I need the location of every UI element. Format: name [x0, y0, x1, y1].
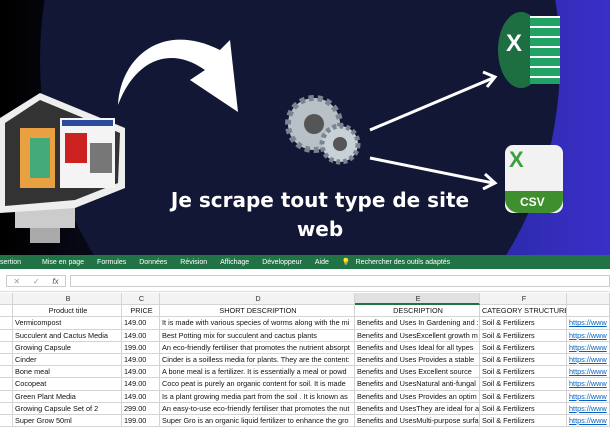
table-row: Super Grow 50ml 199.00 Super Gro is an org… — [0, 414, 610, 427]
enter-icon[interactable]: ✓ — [33, 277, 40, 286]
function-icon[interactable]: fx — [52, 277, 58, 286]
column-header-d[interactable]: D — [160, 293, 355, 305]
cell[interactable]: Cinder is a soilless media for plants. T… — [160, 353, 355, 367]
cell[interactable]: 149.00 — [122, 378, 160, 391]
curved-arrow-icon — [118, 39, 238, 112]
cell[interactable]: 149.00 — [122, 317, 160, 330]
lightbulb-icon: 💡 — [341, 259, 351, 266]
cell[interactable]: 149.00 — [122, 329, 160, 342]
cell[interactable]: Soil & Fertilizers — [480, 341, 567, 354]
link-cell[interactable]: https://www — [567, 366, 610, 379]
cell[interactable]: Soil & Fertilizers — [480, 402, 567, 415]
formula-input[interactable] — [70, 275, 610, 287]
table-row: Growing Capsule Set of 2 299.00 An easy-to… — [0, 402, 610, 415]
cell[interactable]: Soil & Fertilizers — [480, 366, 567, 379]
cell[interactable]: 199.00 — [122, 341, 160, 354]
cell[interactable]: 149.00 — [122, 366, 160, 379]
excel-icon: X — [498, 8, 562, 92]
cell[interactable]: Benefits and UsesNatural anti-fungal — [355, 378, 480, 391]
cell[interactable]: It is made with various species of worms… — [160, 317, 355, 330]
cell[interactable]: Cocopeat — [13, 378, 122, 391]
column-headers: B C D E F — [0, 293, 610, 305]
column-header-b[interactable]: B — [13, 293, 122, 305]
spreadsheet-grid: B C D E F Product title PRICE SHORT DESC… — [0, 293, 610, 427]
table-row: Growing Capsule 199.00 An eco-friendly fer… — [0, 341, 610, 354]
cell[interactable]: Is a plant growing media part from the s… — [160, 390, 355, 403]
cell[interactable]: Green Plant Media — [13, 390, 122, 403]
search-tools[interactable]: Rechercher des outils adaptés — [356, 259, 451, 266]
cell[interactable]: SHORT DESCRIPTION — [160, 305, 355, 318]
link-cell[interactable]: https://www — [567, 317, 610, 330]
hero-banner: X X CSV Je scrape tout type de site web — [0, 0, 610, 256]
cell[interactable]: Super Gro is an organic liquid fertilize… — [160, 414, 355, 427]
column-header-c[interactable]: C — [122, 293, 160, 305]
tab-aide[interactable]: Aide — [315, 259, 329, 266]
link-cell[interactable]: https://www — [567, 390, 610, 403]
cell[interactable]: 149.00 — [122, 390, 160, 403]
table-row: Bone meal 149.00 A bone meal is a fertiliz… — [0, 366, 610, 379]
cell[interactable]: Benefits and UsesExcellent growth m — [355, 329, 480, 342]
cell[interactable]: Product title — [13, 305, 122, 318]
link-cell[interactable]: https://www — [567, 414, 610, 427]
cell[interactable]: Best Potting mix for succulent and cactu… — [160, 329, 355, 342]
table-row: Cocopeat 149.00 Coco peat is purely an org… — [0, 378, 610, 391]
cell[interactable]: Benefits and Uses In Gardening and : — [355, 317, 480, 330]
table-row: Succulent and Cactus Media 149.00 Best Pot… — [0, 329, 610, 342]
cell[interactable]: Benefits and Uses Ideal for all types — [355, 341, 480, 354]
tab-affichage[interactable]: Affichage — [220, 259, 249, 266]
tab-insertion[interactable]: sertion — [0, 259, 21, 266]
cell[interactable]: An eco-friendly fertiliser that promotes… — [160, 341, 355, 354]
cell[interactable]: Growing Capsule — [13, 341, 122, 354]
cell[interactable]: Succulent and Cactus Media — [13, 329, 122, 342]
link-cell[interactable]: https://www — [567, 402, 610, 415]
cell[interactable]: Benefits and Uses Excellent source — [355, 366, 480, 379]
csv-file-icon: X CSV — [505, 145, 563, 213]
cell[interactable]: Benefits and UsesThey are ideal for a — [355, 402, 480, 415]
cell[interactable]: Super Grow 50ml — [13, 414, 122, 427]
cell[interactable]: Benefits and Uses Provides an optim — [355, 390, 480, 403]
gears-icon — [285, 95, 361, 165]
cell[interactable]: An easy-to-use eco-friendly fertiliser t… — [160, 402, 355, 415]
cell[interactable]: CATEGORY STRUCTURE — [480, 305, 567, 318]
cell[interactable]: DESCRIPTION — [355, 305, 480, 318]
link-cell[interactable]: https://www — [567, 329, 610, 342]
hero-title: Je scrape tout type de site web — [170, 188, 470, 241]
cell[interactable]: Soil & Fertilizers — [480, 378, 567, 391]
cell[interactable]: Cinder — [13, 353, 122, 367]
column-header-e[interactable]: E — [355, 293, 480, 305]
cell[interactable]: Benefits and Uses Provides a stable — [355, 353, 480, 367]
cell[interactable]: Soil & Fertilizers — [480, 414, 567, 427]
cell[interactable]: 299.00 — [122, 402, 160, 415]
cell[interactable]: A bone meal is a fertilizer. It is essen… — [160, 366, 355, 379]
table-row: Cinder 149.00 Cinder is a soilless media f… — [0, 353, 610, 367]
table-row: Vermicompost 149.00 It is made with variou… — [0, 317, 610, 330]
table-row: Green Plant Media 149.00 Is a plant growin… — [0, 390, 610, 403]
link-cell[interactable]: https://www — [567, 353, 610, 367]
tab-revision[interactable]: Révision — [180, 259, 207, 266]
output-arrows — [369, 70, 498, 190]
link-cell[interactable]: https://www — [567, 378, 610, 391]
cell[interactable]: Coco peat is purely an organic content f… — [160, 378, 355, 391]
cell[interactable]: Soil & Fertilizers — [480, 390, 567, 403]
cell[interactable]: Soil & Fertilizers — [480, 353, 567, 367]
cell[interactable]: Benefits and UsesMulti-purpose surfa — [355, 414, 480, 427]
cell[interactable]: Soil & Fertilizers — [480, 329, 567, 342]
cell[interactable]: 199.00 — [122, 414, 160, 427]
cancel-icon[interactable]: ✕ — [13, 277, 20, 286]
tab-mise-en-page[interactable]: Mise en page — [42, 259, 84, 266]
tab-donnees[interactable]: Données — [139, 259, 167, 266]
column-header-f[interactable]: F — [480, 293, 567, 305]
cell[interactable]: Soil & Fertilizers — [480, 317, 567, 330]
tab-developpeur[interactable]: Développeur — [262, 259, 302, 266]
link-cell[interactable]: https://www — [567, 341, 610, 354]
cell[interactable]: PRICE — [122, 305, 160, 318]
formula-bar: ✕ ✓ fx — [0, 270, 610, 292]
cell[interactable]: Growing Capsule Set of 2 — [13, 402, 122, 415]
excel-ribbon: sertion Mise en page Formules Données Ré… — [0, 255, 610, 269]
header-row: Product title PRICE SHORT DESCRIPTION DE… — [0, 305, 610, 318]
tab-formules[interactable]: Formules — [97, 259, 126, 266]
cell[interactable]: 149.00 — [122, 353, 160, 367]
cell[interactable]: Bone meal — [13, 366, 122, 379]
cell[interactable]: Vermicompost — [13, 317, 122, 330]
